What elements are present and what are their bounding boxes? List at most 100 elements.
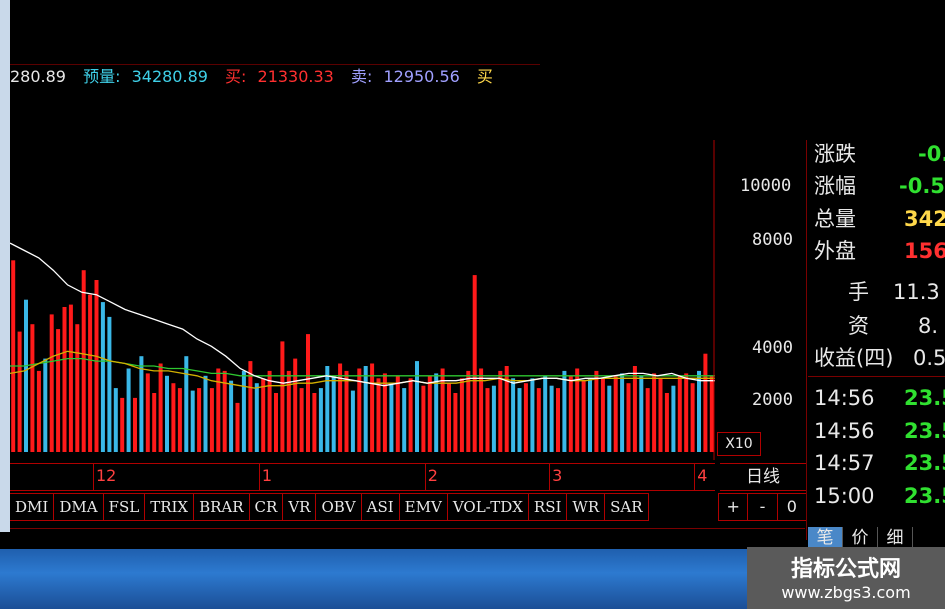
tick-time: 14:57 — [814, 451, 875, 475]
volume-bar — [17, 331, 22, 452]
volume-bar — [306, 334, 310, 452]
volume-info-bar: 280.89 预量: 34280.89 买: 21330.33 卖: 12950… — [10, 66, 505, 88]
volume-bar — [139, 356, 144, 452]
zoom-buttons: + - 0 — [718, 493, 807, 521]
tab-dmi[interactable]: DMI — [10, 493, 55, 521]
zoom-reset-button[interactable]: 0 — [776, 493, 807, 521]
volume-bar — [229, 380, 234, 452]
info-label: 买 — [476, 67, 493, 86]
volume-bar — [536, 388, 541, 452]
info-item-sell: 卖: 12950.56 — [351, 67, 471, 86]
volume-bar — [344, 370, 349, 452]
volume-bar — [639, 375, 644, 452]
tab-wr[interactable]: WR — [567, 493, 606, 521]
date-label: 3 — [552, 466, 563, 485]
tab-dma[interactable]: DMA — [54, 493, 104, 521]
volume-bar — [312, 393, 317, 452]
volume-bar — [549, 385, 554, 452]
tick-price: 23.5 — [904, 451, 945, 475]
volume-bar — [677, 375, 682, 452]
tab-detail[interactable]: 细 — [878, 527, 913, 549]
volume-bar — [145, 373, 150, 452]
volume-bar — [408, 378, 413, 452]
info-value: 34280.89 — [131, 67, 208, 86]
volume-bar — [543, 375, 548, 452]
volume-bar — [254, 383, 259, 452]
quote-label: 手 — [848, 280, 869, 304]
tick-price: 23.5 — [904, 484, 945, 508]
tab-brar[interactable]: BRAR — [194, 493, 250, 521]
tick-price: 23.5 — [904, 419, 945, 443]
site-watermark: 指标公式网 www.zbgs3.com — [747, 547, 945, 609]
left-window-edge — [0, 0, 10, 609]
volume-bar — [530, 378, 535, 452]
info-label: 预量: — [83, 67, 121, 86]
volume-bar — [511, 378, 516, 452]
tick-price: 23.5 — [904, 386, 945, 410]
volume-bar — [459, 378, 464, 452]
date-label: 4 — [697, 466, 708, 485]
date-label: 1 — [261, 466, 272, 485]
tab-price[interactable]: 价 — [843, 527, 878, 549]
volume-bar — [703, 353, 708, 452]
tab-emv[interactable]: EMV — [399, 493, 448, 521]
volume-bar — [658, 378, 663, 452]
volume-bar — [203, 375, 208, 452]
volume-bar — [56, 329, 61, 452]
volume-bar — [11, 260, 16, 452]
volume-bar — [402, 388, 407, 452]
volume-bar — [43, 358, 48, 452]
volume-bar — [30, 324, 35, 452]
quote-value: -0.5 — [899, 174, 945, 198]
volume-bar — [235, 402, 240, 452]
tab-vr[interactable]: VR — [283, 493, 317, 521]
tab-asi[interactable]: ASI — [361, 493, 400, 521]
volume-bar — [556, 388, 560, 452]
period-selector[interactable]: 日线 — [720, 463, 806, 491]
axis-label-10000: 10000 — [740, 176, 792, 196]
volume-bar — [293, 358, 298, 452]
volume-bar — [389, 383, 394, 452]
tab-cr[interactable]: CR — [249, 493, 284, 521]
date-label: 12 — [95, 466, 117, 485]
quote-label: 涨幅 — [814, 174, 856, 198]
volume-bar — [184, 356, 189, 452]
quote-value: 8. — [918, 314, 939, 338]
info-label: 买: — [225, 67, 247, 86]
volume-bar — [453, 393, 458, 452]
volume-bar — [523, 383, 528, 452]
tab-fsl[interactable]: FSL — [103, 493, 146, 521]
volume-bar — [318, 388, 323, 452]
zoom-in-button[interactable]: + — [718, 493, 749, 521]
zoom-out-button[interactable]: - — [747, 493, 778, 521]
stock-chart-window: 280.89 预量: 34280.89 买: 21330.33 卖: 12950… — [0, 0, 945, 609]
volume-bar — [209, 388, 214, 452]
info-item-buy2: 买 — [477, 67, 499, 86]
volume-bar — [261, 378, 266, 452]
watermark-url: www.zbgs3.com — [781, 583, 911, 602]
volume-bar — [447, 383, 451, 452]
tab-obv[interactable]: OBV — [316, 493, 362, 521]
volume-bar — [126, 368, 131, 452]
quote-value: 156 — [904, 239, 945, 263]
tab-sar[interactable]: SAR — [605, 493, 649, 521]
quote-value: 342 — [904, 207, 945, 231]
volume-bar — [588, 378, 592, 452]
volume-bar — [485, 388, 490, 452]
tab-trades[interactable]: 笔 — [808, 527, 843, 549]
volume-bar — [562, 370, 567, 452]
window-footer — [0, 532, 805, 549]
volume-bar — [94, 280, 99, 452]
volume-chart[interactable] — [10, 100, 715, 460]
quote-label: 涨跌 — [814, 142, 856, 166]
volume-bar — [299, 388, 304, 452]
tab-trix[interactable]: TRIX — [145, 493, 195, 521]
tab-rsi[interactable]: RSI — [528, 493, 568, 521]
volume-bar — [190, 390, 195, 452]
volume-bar — [421, 385, 426, 452]
volume-bar — [581, 380, 586, 452]
volume-bar — [427, 375, 432, 452]
info-item-forecast-volume: 预量: 34280.89 — [83, 67, 219, 86]
tab-vol-tdx[interactable]: VOL-TDX — [447, 493, 529, 521]
date-tick — [92, 464, 94, 490]
